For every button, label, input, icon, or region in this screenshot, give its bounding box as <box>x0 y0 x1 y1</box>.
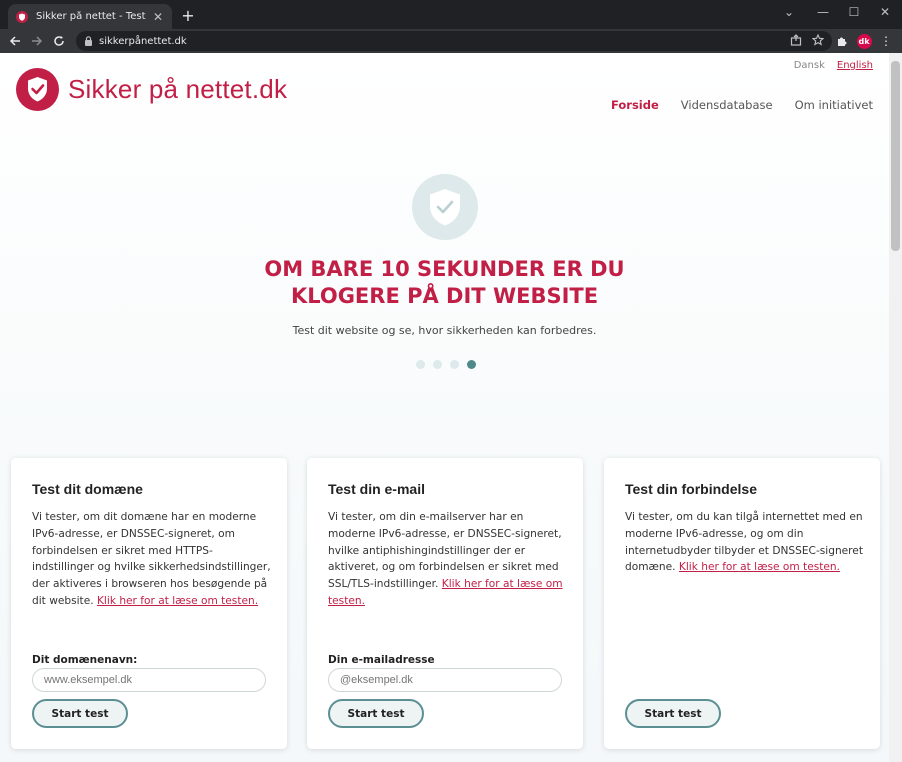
nav-om-initiativet[interactable]: Om initiativet <box>795 98 873 112</box>
carousel-dots <box>416 360 476 369</box>
card-test-connection: Test din forbindelse Vi tester, om du ka… <box>604 458 880 749</box>
hero-title-line2: KLOGERE PÅ DIT WEBSITE <box>290 284 599 308</box>
start-test-email-button[interactable]: Start test <box>328 699 424 728</box>
hero-shield-icon <box>412 174 478 240</box>
card-description: Vi tester, om du kan tilgå internettet m… <box>625 509 865 576</box>
card-test-email: Test din e-mail Vi tester, om din e-mail… <box>307 458 583 749</box>
url-text: sikkerpånettet.dk <box>99 35 187 47</box>
lang-english[interactable]: English <box>837 60 873 71</box>
email-input[interactable] <box>328 668 562 692</box>
domain-label: Dit domænenavn: <box>32 654 138 666</box>
browser-tabbar: Sikker på nettet - Test dit domæne ✕ + ⌄… <box>0 0 902 29</box>
profile-initials: dk <box>856 33 872 49</box>
minimize-icon[interactable]: — <box>814 3 832 21</box>
hero-subtitle: Test dit website og se, hvor sikkerheden… <box>292 324 597 337</box>
scrollbar-thumb[interactable] <box>891 61 900 251</box>
read-more-link[interactable]: Klik her for at læse om testen. <box>97 595 258 607</box>
page-scrollbar[interactable] <box>889 53 902 762</box>
close-tab-icon[interactable]: ✕ <box>152 10 164 24</box>
profile-avatar[interactable]: dk <box>854 31 874 51</box>
shield-logo-icon <box>16 68 59 111</box>
new-tab-icon[interactable]: + <box>180 6 196 25</box>
nav-forside[interactable]: Forside <box>611 98 659 112</box>
hero-title-line1: OM BARE 10 SEKUNDER ER DU <box>264 257 625 281</box>
bookmark-star-icon[interactable] <box>812 34 824 46</box>
lock-icon <box>85 36 92 46</box>
domain-input[interactable] <box>32 668 266 692</box>
card-desc-text: Vi tester, om dit domæne har en moderne … <box>32 511 271 607</box>
carousel-dot-active[interactable] <box>467 360 476 369</box>
close-window-icon[interactable]: ✕ <box>876 3 894 21</box>
start-test-connection-button[interactable]: Start test <box>625 699 721 728</box>
hero-title: OM BARE 10 SEKUNDER ER DU KLOGERE PÅ DIT… <box>0 256 889 310</box>
page-content: Sikker på nettet.dk Dansk English Forsid… <box>0 53 889 762</box>
tab-title: Sikker på nettet - Test dit domæne <box>36 11 146 22</box>
forward-icon[interactable] <box>27 31 47 51</box>
share-icon[interactable] <box>790 34 802 46</box>
address-bar[interactable]: sikkerpånettet.dk <box>76 31 832 51</box>
reload-icon[interactable] <box>49 31 69 51</box>
back-icon[interactable] <box>5 31 25 51</box>
browser-menu-icon[interactable]: ⋮ <box>876 31 896 51</box>
extensions-puzzle-icon[interactable] <box>832 31 852 51</box>
carousel-dot[interactable] <box>416 360 425 369</box>
shield-favicon-icon <box>16 10 28 23</box>
card-test-domain: Test dit domæne Vi tester, om dit domæne… <box>11 458 287 749</box>
lang-danish[interactable]: Dansk <box>794 60 825 71</box>
read-more-link[interactable]: Klik her for at læse om testen. <box>679 561 840 573</box>
card-description: Vi tester, om dit domæne har en moderne … <box>32 509 272 610</box>
card-title: Test dit domæne <box>32 481 143 497</box>
card-title: Test din e-mail <box>328 481 425 497</box>
carousel-dot[interactable] <box>433 360 442 369</box>
logo-text: Sikker på nettet.dk <box>68 74 288 104</box>
tab-search-icon[interactable]: ⌄ <box>780 3 798 21</box>
nav-vidensdatabase[interactable]: Vidensdatabase <box>681 98 773 112</box>
start-test-domain-button[interactable]: Start test <box>32 699 128 728</box>
language-switcher: Dansk English <box>794 60 873 71</box>
browser-toolbar: sikkerpånettet.dk dk ⋮ <box>0 29 902 53</box>
carousel-dot[interactable] <box>450 360 459 369</box>
browser-tab[interactable]: Sikker på nettet - Test dit domæne ✕ <box>8 4 172 29</box>
site-logo[interactable]: Sikker på nettet.dk <box>16 68 287 111</box>
card-description: Vi tester, om din e-mailserver har en mo… <box>328 509 568 610</box>
card-title: Test din forbindelse <box>625 481 757 497</box>
main-nav: Forside Vidensdatabase Om initiativet <box>611 98 873 112</box>
maximize-icon[interactable]: ☐ <box>845 3 863 21</box>
email-label: Din e-mailadresse <box>328 654 435 666</box>
